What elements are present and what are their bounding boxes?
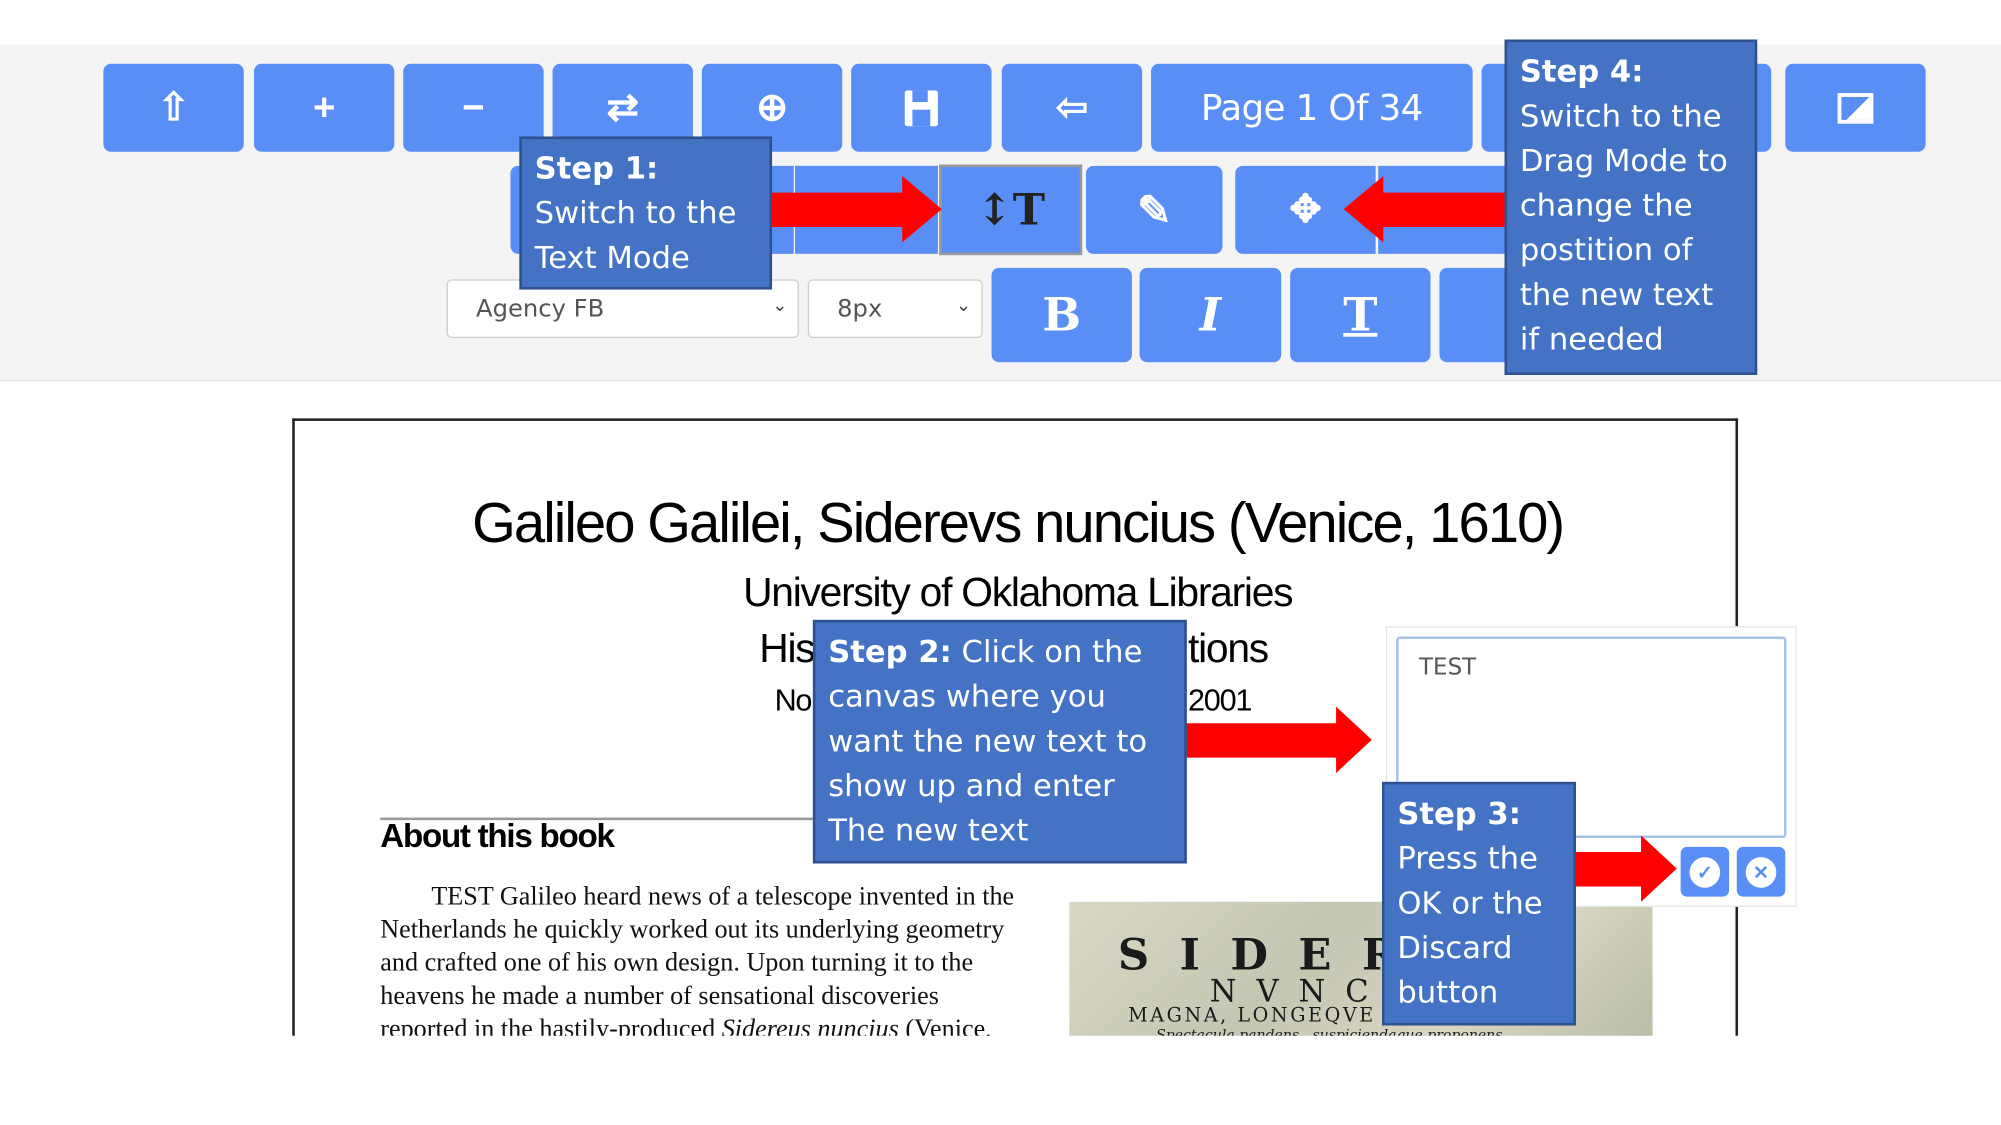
- ok-button[interactable]: ✓: [1680, 846, 1730, 897]
- paragraph-line: TEST Galileo heard news of a telescope i…: [431, 882, 1015, 911]
- text-width-icon: T: [1343, 288, 1378, 342]
- arrow-to-ok-button: [1574, 835, 1677, 902]
- pencil-icon: ✎: [1137, 186, 1172, 233]
- step-text: Switch to the Text Mode: [534, 195, 737, 276]
- paragraph-line: heavens he made a number of sensational …: [380, 982, 939, 1011]
- paragraph-line: Netherlands he quickly worked out its un…: [380, 915, 1005, 944]
- chevron-down-icon: ⌄: [956, 295, 972, 317]
- step3-callout: Step 3: Press the OK or the Discard butt…: [1382, 781, 1576, 1026]
- image-text-line: Spectacula pandens , suspiciendaque prop…: [1156, 1026, 1503, 1036]
- arrow-to-text-input: [1185, 706, 1372, 773]
- floppy-disk-icon: [904, 89, 938, 126]
- times-circle-icon: ✕: [1745, 856, 1777, 888]
- italic-title: Sidereus nuncius: [721, 1015, 899, 1036]
- bold-icon: B: [1042, 288, 1082, 342]
- arrow-circle-up-icon: ⇧: [157, 86, 190, 129]
- floppy-shutter: [912, 89, 928, 102]
- back-button[interactable]: ⇦: [1001, 63, 1143, 152]
- document-line4-left: No: [774, 683, 813, 719]
- step-label: Step 3:: [1397, 795, 1521, 832]
- zoom-in-button[interactable]: +: [253, 63, 395, 152]
- page-indicator: Page 1 Of 34: [1151, 63, 1473, 152]
- document-line3-left: His: [759, 624, 815, 671]
- section-heading: About this book: [380, 816, 615, 855]
- paragraph-line-end: (Venice,: [898, 1015, 992, 1036]
- step-label: Step 4:: [1519, 53, 1644, 90]
- font-size-select[interactable]: 8px ⌄: [807, 279, 983, 339]
- minus-icon: −: [462, 86, 485, 129]
- paragraph-line-start: reported in the hastily-produced: [380, 1015, 722, 1036]
- chevron-down-icon: ⌄: [772, 295, 788, 317]
- plus-icon: +: [312, 86, 336, 129]
- bold-button[interactable]: B: [991, 267, 1132, 363]
- plus-circle-icon: ⊕: [755, 86, 789, 129]
- step-label: Step 1:: [534, 150, 659, 187]
- draw-mode-button[interactable]: ✎: [1085, 165, 1223, 254]
- step-text: Press the OK or the Discard button: [1397, 840, 1543, 1011]
- text-width-button[interactable]: T: [1290, 267, 1431, 363]
- save-button[interactable]: [851, 63, 992, 152]
- insert-image-button[interactable]: [1785, 63, 1926, 152]
- arrow-circle-left-icon: ⇦: [1055, 86, 1088, 129]
- floppy-label: [912, 109, 931, 126]
- font-family-value: Agency FB: [475, 294, 605, 323]
- document-subtitle: University of Oklahoma Libraries: [743, 568, 1293, 615]
- step-text: Switch to the Drag Mode to change the po…: [1519, 98, 1728, 358]
- upload-button[interactable]: ⇧: [103, 63, 244, 152]
- document-title: Galileo Galilei, Siderevs nuncius (Venic…: [472, 492, 1565, 555]
- paragraph-line: and crafted one of his own design. Upon …: [380, 948, 974, 978]
- italic-icon: I: [1199, 288, 1222, 342]
- text-cursor-icon: ↕T: [976, 184, 1045, 236]
- discard-button[interactable]: ✕: [1736, 846, 1786, 897]
- italic-button[interactable]: I: [1139, 267, 1282, 363]
- exchange-icon: ⇄: [606, 86, 639, 129]
- arrow-to-drag-mode: [1343, 176, 1508, 243]
- check-circle-icon: ✓: [1689, 856, 1721, 888]
- text-mode-button[interactable]: ↕T: [939, 164, 1083, 256]
- step2-callout: Step 2: Click on the canvas where you wa…: [812, 619, 1187, 864]
- image-text-line: MAGNA, LONGEQVE A: [1128, 1003, 1401, 1027]
- step-label: Step 2:: [828, 633, 952, 670]
- arrow-to-text-mode: [770, 176, 942, 243]
- document-line3-right: tions: [1188, 624, 1269, 671]
- paragraph-line: reported in the hastily-produced Sidereu…: [380, 1013, 1014, 1036]
- paragraph: TEST Galileo heard news of a telescope i…: [380, 880, 1014, 1036]
- step1-callout: Step 1: Switch to the Text Mode: [519, 136, 773, 290]
- font-size-value: 8px: [837, 294, 883, 323]
- image-icon: [1837, 92, 1874, 124]
- step4-callout: Step 4: Switch to the Drag Mode to chang…: [1504, 39, 1758, 375]
- move-arrows-icon: ✥: [1289, 188, 1322, 231]
